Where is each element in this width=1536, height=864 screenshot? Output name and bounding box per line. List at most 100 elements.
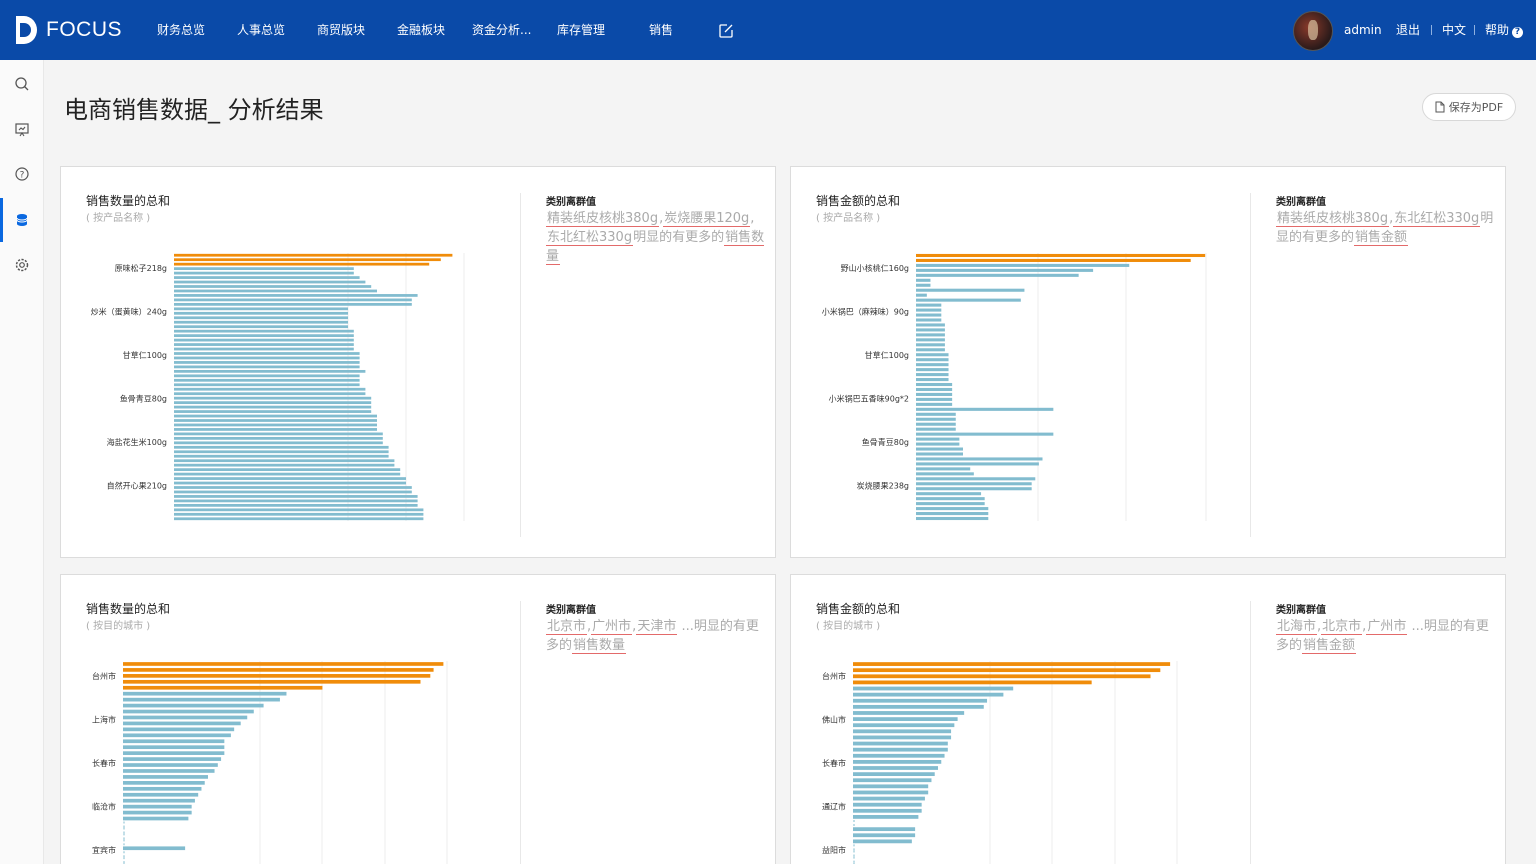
bar [853,778,932,783]
nav-item-inventory[interactable]: 库存管理 [557,0,605,60]
bar [916,323,945,327]
help-link[interactable]: 帮助? [1485,0,1524,60]
bar [916,278,931,282]
bar [916,318,942,322]
nav-item-finance[interactable]: 财务总览 [157,0,205,60]
bar [916,502,985,506]
bar [853,698,988,703]
bar [174,517,424,521]
bar [853,735,952,740]
bar [916,397,953,401]
insight-highlight: 销售金额 [1354,230,1409,246]
bar [174,352,360,355]
logout-link[interactable]: 退出 [1396,0,1420,60]
bar-highlight [853,668,1161,673]
nav-item-trade[interactable]: 商贸版块 [317,0,365,60]
bar-chart: 野山小核桃仁160g 小米锅巴（麻辣味）90g 甘草仁100g 小米锅巴五香味90g*… [822,253,1207,521]
bar [916,263,1130,267]
bar [174,459,395,463]
bar [916,507,989,511]
axis-tick-label: 佛山市 [822,715,846,725]
insight-highlight: 销售数量 [572,638,627,654]
bar [853,692,1004,697]
nav-item-banking[interactable]: 金融板块 [397,0,445,60]
nav-item-sales[interactable]: 销售 [649,0,673,60]
bar [174,383,360,387]
bar [916,492,982,496]
edit-icon[interactable] [718,23,734,39]
bar [123,775,208,779]
bar [174,347,354,351]
bar [174,356,360,360]
bar [123,810,192,815]
bar [123,709,254,714]
bar [916,303,942,307]
bar [916,487,1032,491]
insight-highlight: 北海市 [1276,619,1318,635]
bar-highlight [123,674,431,678]
bar [123,691,287,696]
bar [123,703,264,708]
axis-tick-label: 临沧市 [92,802,116,812]
bar [174,396,372,400]
bar [174,468,401,472]
sidebar-help[interactable]: ? [0,152,44,196]
bar [916,343,945,347]
bar [174,271,354,275]
bar-chart: 台州市佛山市长春市通辽市益阳市 [822,661,1178,864]
bar [916,298,1021,302]
bar [174,495,418,498]
bar [853,839,912,844]
bar [123,816,189,821]
save-pdf-button[interactable]: 保存为PDF [1422,93,1516,121]
bar [853,704,984,709]
bar [174,436,383,440]
help-circle-icon: ? [1512,27,1524,38]
app-logo[interactable]: FOCUS [14,14,122,46]
sidebar-settings[interactable] [0,243,44,287]
axis-tick-label: 通辽市 [822,802,846,812]
axis-tick-label: 甘草仁100g [123,350,167,360]
bar [853,759,942,764]
bar [174,294,418,297]
chart-card: 销售金额的总和 ( 按目的城市 ) 台州市 佛山市 长春市 通辽市 益阳市 类别离群值 … [790,574,1506,864]
bar [174,503,418,507]
bar [174,307,348,311]
svg-text:?: ? [20,171,25,181]
bar [174,405,372,409]
user-name[interactable]: admin [1344,0,1382,60]
bar [174,477,406,480]
nav-item-funds[interactable]: 资金分析... [472,0,531,60]
nav-item-hr[interactable]: 人事总览 [237,0,285,60]
bar [174,512,424,516]
main-content: 电商销售数据_ 分析结果 保存为PDF 销售数量的总和 ( 按产品名称 ) 原味… [44,60,1536,864]
bar [916,378,949,382]
bar [916,353,949,357]
bar [916,442,960,446]
bar [916,273,1079,277]
divider [520,601,521,864]
insight-highlight: 广州市 [1366,619,1408,635]
bar [123,786,202,791]
axis-tick-label: 炭烧腰果238g [857,481,909,491]
bar [853,711,965,715]
bar [916,452,963,456]
language-switch[interactable]: 中文 [1442,0,1466,60]
sidebar-presentation[interactable] [0,107,44,151]
bar [174,428,377,431]
axis-tick-label: 小米锅巴五香味90g*2 [829,394,909,404]
bar [174,365,360,369]
bar [174,285,372,288]
bar-highlight [123,679,421,684]
bar-highlight [174,262,430,266]
sidebar-search[interactable] [0,62,44,106]
user-avatar[interactable] [1293,11,1333,51]
axis-tick-label: 鱼骨青豆80g [120,394,167,404]
insight-highlight: 东北红松330g [546,230,634,246]
bar [174,432,383,436]
axis-tick-label: 小米锅巴（麻辣味）90g [822,307,909,317]
bar [174,289,377,293]
bar [174,414,377,418]
sidebar-data[interactable] [0,198,44,242]
axis-tick-label: 台州市 [92,671,116,681]
